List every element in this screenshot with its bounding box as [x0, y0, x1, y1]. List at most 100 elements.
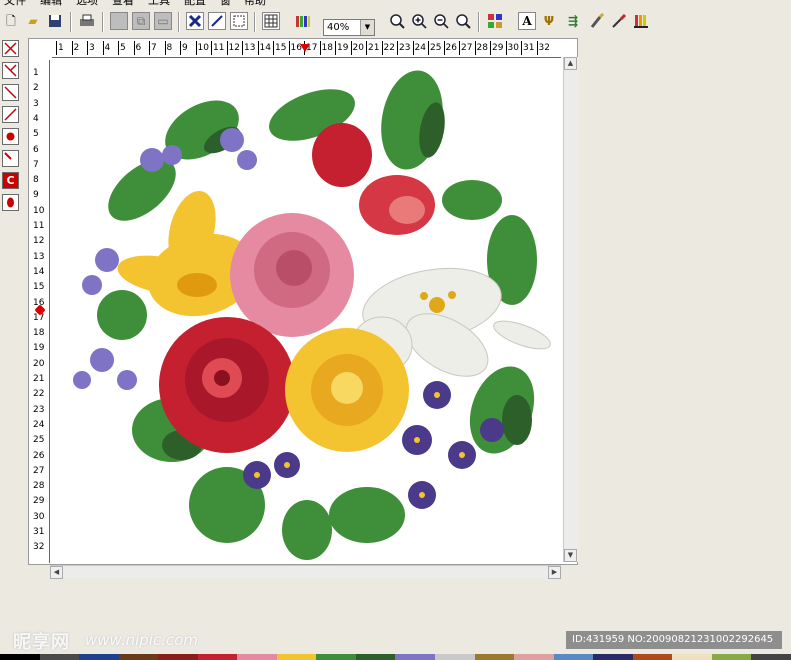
- ruler-row-label: 31: [33, 527, 45, 537]
- ruler-row-label: 21: [33, 374, 45, 384]
- palette-swatch[interactable]: [395, 654, 436, 660]
- image-id-badge: ID:431959 NO:20090821231002292645: [566, 631, 782, 649]
- thread-palette-icon[interactable]: [294, 12, 312, 30]
- scroll-down-arrow-icon[interactable]: ▼: [564, 549, 577, 562]
- ruler-row-label: 1: [33, 68, 39, 78]
- grid-icon[interactable]: [262, 12, 280, 30]
- palette-swatch[interactable]: [474, 654, 515, 660]
- select-rect-icon[interactable]: [230, 12, 248, 30]
- pink-rose: [230, 213, 354, 337]
- ruler-row-label: 13: [33, 251, 45, 262]
- zoom-in-icon[interactable]: [410, 12, 428, 30]
- ruler-row-label: 26: [33, 450, 45, 461]
- ruler-row-label: 20: [33, 358, 45, 369]
- thread-color-palette[interactable]: [0, 654, 791, 660]
- palette-swatch[interactable]: [593, 654, 633, 660]
- ruler-row-label: 29: [33, 496, 45, 507]
- ruler-row-label: 6: [33, 144, 39, 155]
- menu-bar: 文件 编辑 选项 查看 工具 配置 窗 帮助: [0, 0, 791, 6]
- palette-swatch[interactable]: [79, 654, 119, 660]
- cross-stitch-icon[interactable]: [186, 12, 204, 30]
- zoom-value: 40%: [327, 22, 350, 33]
- palette-swatch[interactable]: [711, 654, 752, 660]
- palette-swatch[interactable]: [355, 654, 396, 660]
- scroll-left-arrow-icon[interactable]: ◀: [50, 566, 63, 579]
- bead-icon[interactable]: [2, 194, 19, 211]
- color-bars-icon[interactable]: [632, 12, 650, 30]
- palette-swatch[interactable]: [276, 654, 317, 660]
- full-cross-icon[interactable]: [2, 40, 19, 57]
- copy-icon[interactable]: ⧉: [132, 12, 150, 30]
- menu-options[interactable]: 选项: [76, 0, 98, 6]
- menu-file[interactable]: 文件: [4, 0, 26, 6]
- ruler-column-label: 32: [536, 41, 550, 55]
- menu-tools[interactable]: 工具: [148, 0, 170, 6]
- quarter-stitch-icon[interactable]: [2, 150, 19, 167]
- scroll-up-arrow-icon[interactable]: ▲: [564, 57, 577, 70]
- paste-icon[interactable]: ▭: [154, 12, 172, 30]
- column-position-marker: [300, 44, 310, 52]
- half-stitch-up-icon[interactable]: [2, 106, 19, 123]
- yellow-rose: [285, 328, 409, 452]
- palette-swatch[interactable]: [672, 654, 712, 660]
- ruler-row-label: 5: [33, 129, 39, 140]
- half-stitch-icon[interactable]: [208, 12, 226, 30]
- brush-icon[interactable]: [588, 12, 606, 30]
- color-replace-icon[interactable]: [486, 12, 504, 30]
- palette-swatch[interactable]: [632, 654, 673, 660]
- ruler-row-label: 3: [33, 98, 39, 109]
- ruler-row-label: 15: [33, 282, 45, 293]
- ruler-row-label: 8: [33, 175, 39, 186]
- cut-icon[interactable]: [110, 12, 128, 30]
- print-icon[interactable]: [78, 12, 96, 30]
- cross-stitch-pattern-canvas[interactable]: [52, 60, 561, 563]
- ruler-row-label: 19: [33, 343, 45, 354]
- open-folder-icon[interactable]: ▰: [24, 12, 42, 30]
- menu-edit[interactable]: 编辑: [40, 0, 62, 6]
- ruler-row-label: 22: [33, 389, 45, 400]
- palette-swatch[interactable]: [118, 654, 159, 660]
- menu-config[interactable]: 配置: [184, 0, 206, 6]
- half-stitch-down-icon[interactable]: [2, 84, 19, 101]
- align-icon[interactable]: ⇶: [564, 12, 582, 30]
- backstitch-icon[interactable]: Ψ: [540, 12, 558, 30]
- scroll-right-arrow-icon[interactable]: ▶: [548, 566, 561, 579]
- vertical-scrollbar[interactable]: ▲ ▼: [563, 57, 578, 562]
- french-knot-icon[interactable]: [2, 128, 19, 145]
- zoom-actual-icon[interactable]: [454, 12, 472, 30]
- text-tool-icon[interactable]: A: [518, 12, 536, 30]
- ruler-row-label: 14: [33, 266, 45, 277]
- palette-swatch[interactable]: [435, 654, 475, 660]
- ruler-row-label: 28: [33, 481, 45, 492]
- palette-swatch[interactable]: [197, 654, 238, 660]
- toolbar: 🗋 ▰ ⧉ ▭ 40% ▼ A Ψ ⇶: [0, 8, 791, 36]
- curve-stitch-icon[interactable]: C: [2, 172, 19, 189]
- eyedropper-icon[interactable]: [610, 12, 628, 30]
- zoom-fit-icon[interactable]: [388, 12, 406, 30]
- palette-swatch[interactable]: [751, 654, 791, 660]
- watermark-url: www.nipic.com: [85, 631, 199, 649]
- ruler-row-label: 24: [33, 419, 45, 430]
- zoom-select[interactable]: 40% ▼: [323, 19, 375, 36]
- new-file-icon[interactable]: 🗋: [2, 12, 20, 30]
- ruler-row-label: 9: [33, 190, 39, 201]
- palette-swatch[interactable]: [514, 654, 554, 660]
- chevron-down-icon[interactable]: ▼: [360, 20, 374, 35]
- menu-view[interactable]: 查看: [112, 0, 134, 6]
- palette-swatch[interactable]: [316, 654, 356, 660]
- menu-help[interactable]: 帮助: [244, 0, 266, 6]
- ruler-row-label: 11: [33, 221, 45, 231]
- horizontal-scrollbar[interactable]: ◀ ▶: [50, 565, 561, 579]
- zoom-out-icon[interactable]: [432, 12, 450, 30]
- palette-swatch[interactable]: [0, 654, 40, 660]
- palette-swatch[interactable]: [158, 654, 198, 660]
- palette-swatch[interactable]: [237, 654, 277, 660]
- menu-window[interactable]: 窗: [220, 0, 231, 6]
- palette-swatch[interactable]: [553, 654, 594, 660]
- save-icon[interactable]: [46, 12, 64, 30]
- ruler-row-label: 18: [33, 328, 45, 339]
- three-quarter-stitch-icon[interactable]: [2, 62, 19, 79]
- ruler-row-label: 23: [33, 404, 45, 415]
- red-rose: [159, 317, 295, 453]
- palette-swatch[interactable]: [39, 654, 80, 660]
